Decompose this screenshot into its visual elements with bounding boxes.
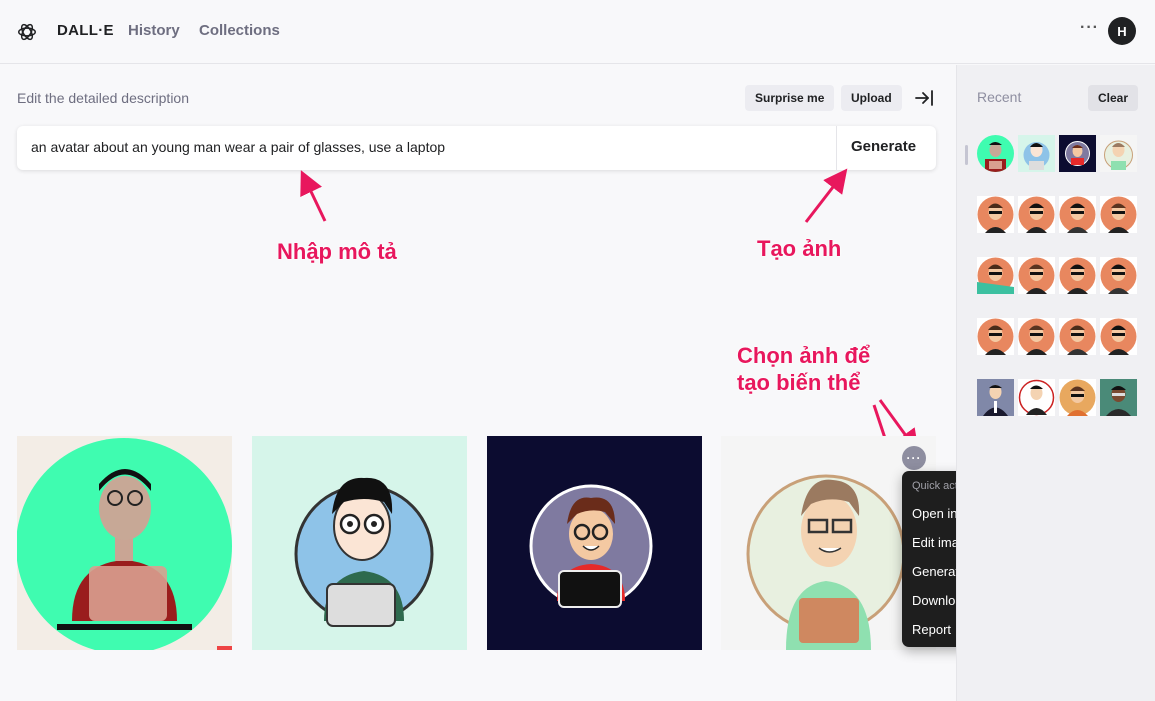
clear-button[interactable]: Clear <box>1088 85 1139 111</box>
menu-report[interactable]: Report <box>912 622 951 637</box>
brand-link[interactable]: DALL·E <box>57 22 114 39</box>
arrow-to-generate <box>804 168 848 223</box>
prompt-box: Generate <box>17 126 936 170</box>
recent-thumbnail[interactable] <box>977 257 1014 294</box>
recent-sidebar: Recent Clear <box>956 65 1155 701</box>
recent-thumbnail[interactable] <box>1018 257 1055 294</box>
annotation-input-hint: Nhập mô tả <box>277 239 397 264</box>
recent-thumbnail[interactable] <box>1018 379 1055 416</box>
description-label: Edit the detailed description <box>17 90 189 106</box>
generate-button[interactable]: Generate <box>851 138 916 155</box>
prompt-input[interactable] <box>31 139 821 155</box>
recent-thumbnail[interactable] <box>1100 257 1137 294</box>
recent-thumbnail[interactable] <box>977 196 1014 233</box>
upload-button[interactable]: Upload <box>841 85 902 111</box>
generated-image-2[interactable] <box>252 436 467 650</box>
sidebar-scrollbar[interactable] <box>965 145 968 165</box>
recent-thumbnail[interactable] <box>1100 318 1137 355</box>
annotation-variation-hint: Chọn ảnh để tạo biến thể <box>737 342 917 396</box>
recent-thumbnail[interactable] <box>1100 379 1137 416</box>
openai-logo-icon[interactable] <box>16 21 38 43</box>
recent-thumbnail[interactable] <box>1059 379 1096 416</box>
user-avatar[interactable]: H <box>1108 17 1136 45</box>
recent-thumbnail[interactable] <box>1100 196 1137 233</box>
recent-thumbnail[interactable] <box>1059 257 1096 294</box>
top-nav: DALL·E History Collections ··· H <box>0 0 1155 64</box>
recent-label: Recent <box>977 89 1022 105</box>
surprise-me-button[interactable]: Surprise me <box>745 85 835 111</box>
arrow-to-input <box>300 170 327 222</box>
more-icon[interactable]: ··· <box>1080 19 1099 37</box>
tile-menu-icon[interactable]: ··· <box>902 446 926 470</box>
recent-thumbnail[interactable] <box>1018 196 1055 233</box>
annotation-variation-line2: tạo biến thể <box>737 370 861 395</box>
nav-collections[interactable]: Collections <box>199 22 280 39</box>
recent-thumbnail[interactable] <box>1059 196 1096 233</box>
annotation-variation-line1: Chọn ảnh để <box>737 343 871 368</box>
recent-thumbnail[interactable] <box>1059 135 1096 172</box>
recent-thumbnail[interactable] <box>1018 318 1055 355</box>
nav-history[interactable]: History <box>128 22 180 39</box>
recent-thumbnail[interactable] <box>1059 318 1096 355</box>
recent-thumbnail[interactable] <box>1100 135 1137 172</box>
generated-image-3[interactable] <box>487 436 702 650</box>
recent-thumbnail[interactable] <box>1018 135 1055 172</box>
recent-thumbnail[interactable] <box>977 379 1014 416</box>
recent-thumbnail[interactable] <box>977 318 1014 355</box>
divider <box>836 126 837 170</box>
collapse-panel-icon[interactable] <box>914 88 934 108</box>
recent-thumbnail[interactable] <box>977 135 1014 172</box>
annotation-generate-hint: Tạo ảnh <box>757 236 842 261</box>
generated-image-1[interactable] <box>17 436 232 650</box>
